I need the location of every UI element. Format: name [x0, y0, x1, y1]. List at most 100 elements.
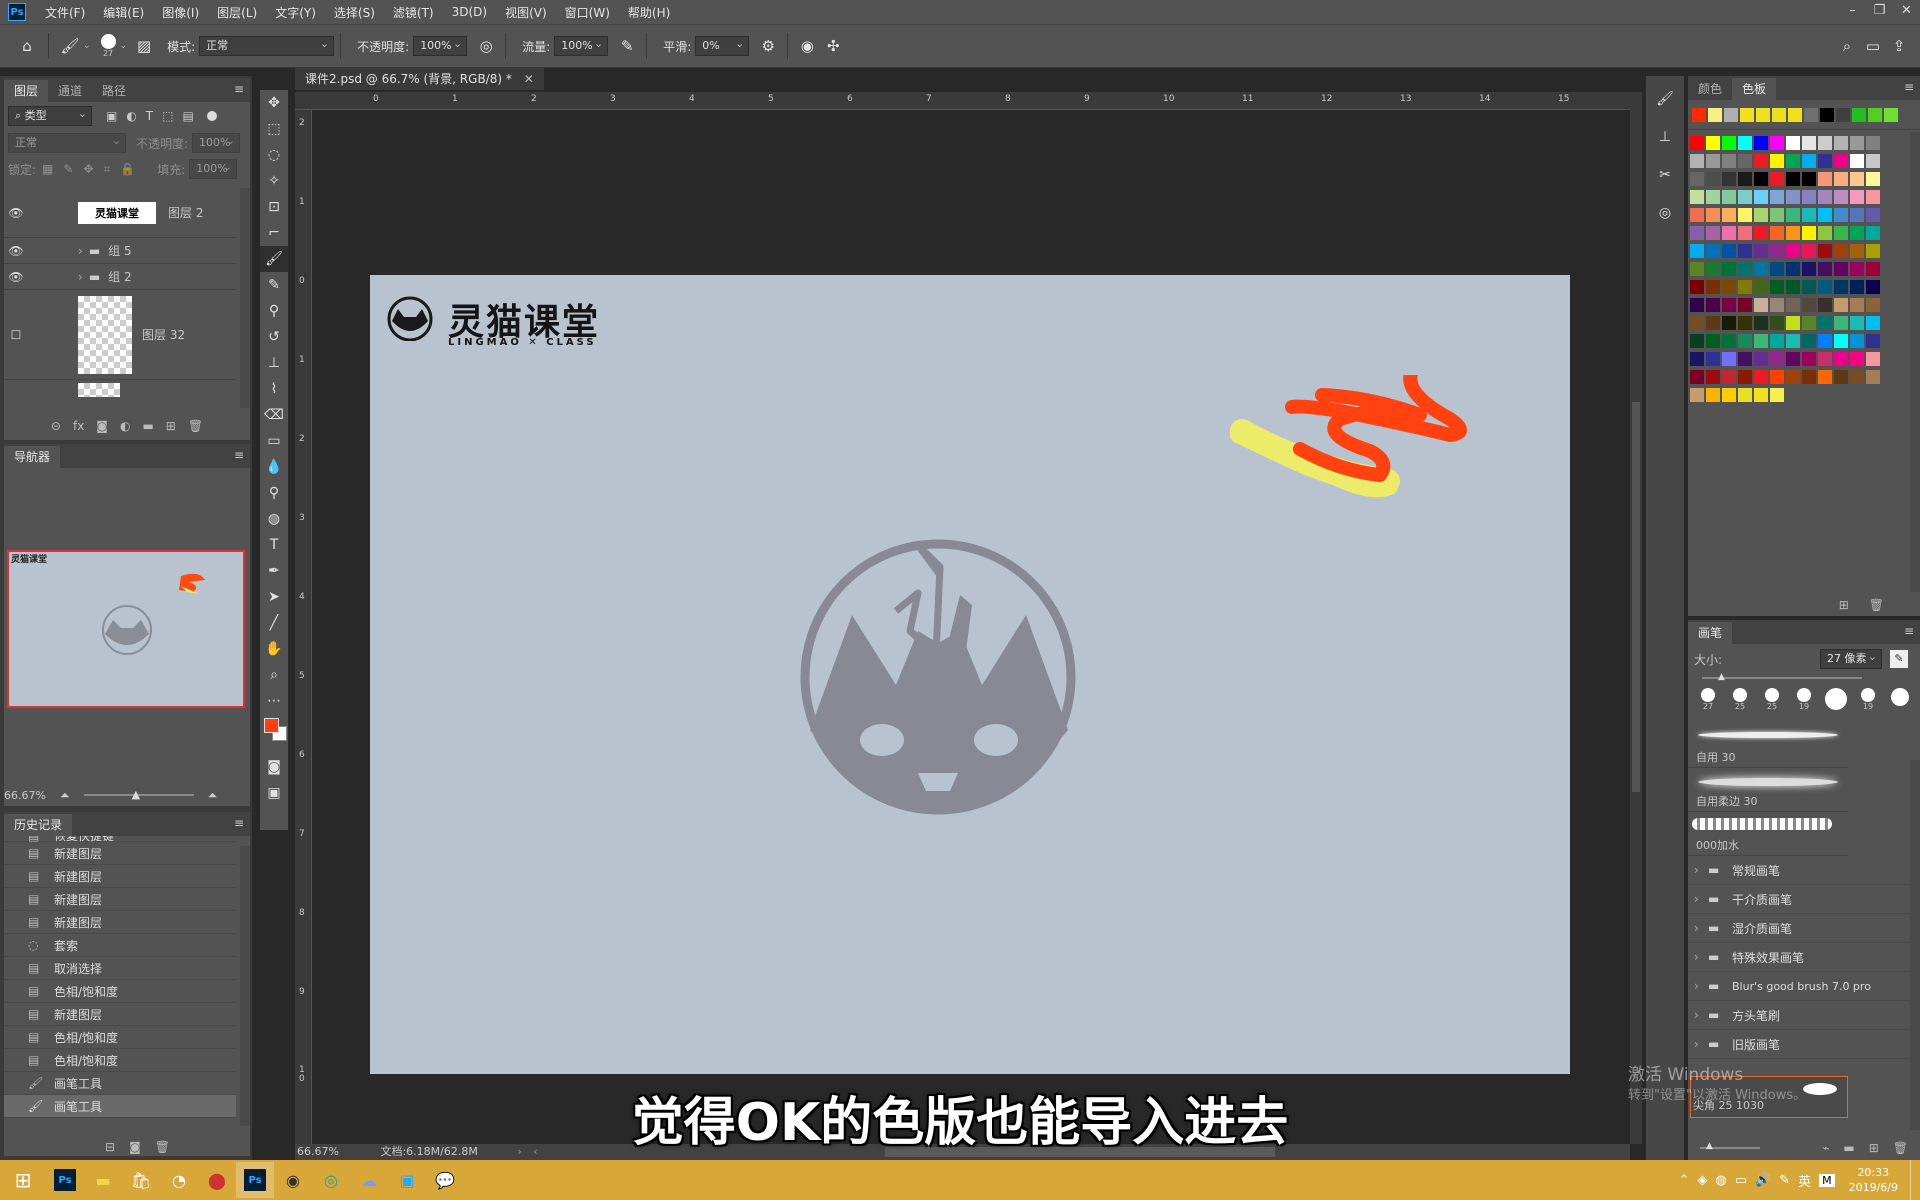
restore-icon[interactable]: ❐ — [1866, 0, 1893, 22]
chevron-right-icon[interactable]: › — [1694, 863, 1708, 877]
color-swatch[interactable] — [1850, 190, 1864, 204]
tray-app-icon[interactable]: ◈ — [1697, 1173, 1707, 1188]
close-tab-icon[interactable]: ✕ — [524, 72, 534, 86]
color-swatch[interactable] — [1722, 226, 1736, 240]
file-explorer-icon[interactable]: ▬ — [84, 1162, 122, 1198]
color-swatch[interactable] — [1770, 136, 1784, 150]
mixer-brush-tool-icon[interactable]: ⌇ — [260, 376, 288, 402]
color-swatch[interactable] — [1850, 370, 1864, 384]
color-swatch[interactable] — [1866, 136, 1880, 150]
windows-start-icon[interactable]: ⊞ — [0, 1162, 46, 1198]
libraries-icon[interactable]: ◎ — [1646, 194, 1684, 232]
brush-folder[interactable]: › ▬ 旧版画笔 — [1688, 1030, 1920, 1059]
color-swatch[interactable] — [1834, 352, 1848, 366]
brush-preset[interactable] — [1884, 688, 1916, 724]
chevron-right-icon[interactable]: › — [78, 270, 83, 284]
color-swatch[interactable] — [1866, 226, 1880, 240]
photoshop-logo[interactable]: Ps — [8, 3, 26, 21]
brush-preset[interactable]: 25 — [1756, 688, 1788, 724]
color-swatch[interactable] — [1738, 208, 1752, 222]
trash-icon[interactable]: 🗑 — [188, 419, 203, 433]
color-swatch[interactable] — [1866, 244, 1880, 258]
wechat-icon[interactable]: 💬 — [426, 1162, 464, 1198]
color-swatch[interactable] — [1802, 262, 1816, 276]
eraser-tool-icon[interactable]: ⌫ — [260, 402, 288, 428]
tray-chevron-icon[interactable]: ⌃ — [1678, 1173, 1689, 1188]
color-swatch[interactable] — [1802, 244, 1816, 258]
menu-layer[interactable]: 图层(L) — [208, 4, 266, 21]
panel-menu-icon[interactable]: ≡ — [234, 816, 244, 830]
new-brush-icon[interactable]: ✎ — [1890, 650, 1908, 668]
tray-m-icon[interactable]: M — [1819, 1173, 1835, 1187]
color-swatch[interactable] — [1818, 190, 1832, 204]
color-swatch[interactable] — [1802, 316, 1816, 330]
brush-folder[interactable]: › ▬ 方头笔刷 — [1688, 1001, 1920, 1030]
tab-brushes[interactable]: 画笔 — [1688, 622, 1733, 644]
color-swatch[interactable] — [1834, 172, 1848, 186]
mask-icon[interactable]: ◙ — [96, 419, 108, 433]
color-swatch[interactable] — [1770, 280, 1784, 294]
work-app-icon[interactable]: ▣ — [388, 1162, 426, 1198]
color-swatch[interactable] — [1754, 136, 1768, 150]
zoom-out-icon[interactable]: ⏶ — [60, 788, 70, 803]
color-swatch[interactable] — [1738, 244, 1752, 258]
new-swatch-icon[interactable]: ⊞ — [1839, 598, 1849, 612]
color-swatch[interactable] — [1754, 334, 1768, 348]
color-swatch[interactable] — [1706, 226, 1720, 240]
color-swatch[interactable] — [1722, 334, 1736, 348]
color-swatch[interactable] — [1802, 190, 1816, 204]
color-swatch[interactable] — [1738, 190, 1752, 204]
layer-blend-select[interactable]: 正常 — [8, 132, 126, 153]
layer-row[interactable]: 👁 › ▬ 组 5 — [4, 238, 236, 264]
brush-settings-panel-icon[interactable]: 🖌 — [1646, 80, 1684, 118]
brush-folder[interactable]: › ▬ 常规画笔 — [1688, 856, 1920, 885]
color-swatch[interactable] — [1866, 154, 1880, 168]
photoshop-taskbar-icon[interactable]: Ps — [46, 1162, 84, 1198]
color-swatch[interactable] — [1722, 280, 1736, 294]
color-swatch[interactable] — [1738, 352, 1752, 366]
color-swatch[interactable] — [1818, 208, 1832, 222]
color-swatch[interactable] — [1706, 154, 1720, 168]
color-swatch[interactable] — [1770, 370, 1784, 384]
color-swatch[interactable] — [1834, 298, 1848, 312]
flow-input[interactable]: 100% — [554, 35, 609, 56]
preview-size-slider[interactable]: ▲ — [1700, 1141, 1760, 1151]
color-swatch[interactable] — [1722, 244, 1736, 258]
color-swatch[interactable] — [1818, 370, 1832, 384]
color-swatch[interactable] — [1706, 190, 1720, 204]
brush-preset[interactable]: 19 — [1788, 688, 1820, 724]
chevron-right-icon[interactable]: › — [1694, 1037, 1708, 1051]
color-swatch[interactable] — [1738, 154, 1752, 168]
tab-history[interactable]: 历史记录 — [4, 814, 73, 836]
panel-menu-icon[interactable]: ≡ — [234, 448, 244, 462]
quick-mask-icon[interactable]: ◙ — [260, 754, 288, 780]
layer-opacity-input[interactable]: 100% — [192, 132, 241, 153]
color-swatch[interactable] — [1722, 208, 1736, 222]
brush-stroke-item[interactable]: 自用柔边 30 — [1688, 768, 1848, 812]
color-swatch[interactable] — [1834, 262, 1848, 276]
color-swatch[interactable] — [1690, 172, 1704, 186]
color-swatch[interactable] — [1770, 226, 1784, 240]
history-item[interactable]: ◌ 套索 — [4, 934, 236, 957]
color-swatch[interactable] — [1754, 154, 1768, 168]
color-swatch[interactable] — [1834, 280, 1848, 294]
gradient-tool-icon[interactable]: ▭ — [260, 428, 288, 454]
chevron-right-icon[interactable]: › — [1694, 892, 1708, 906]
color-swatch[interactable] — [1802, 280, 1816, 294]
color-swatch[interactable] — [1706, 298, 1720, 312]
color-swatch[interactable] — [1738, 172, 1752, 186]
color-swatch[interactable] — [1850, 280, 1864, 294]
color-swatch[interactable] — [1818, 136, 1832, 150]
line-tool-icon[interactable]: ╱ — [260, 610, 288, 636]
filter-toggle-icon[interactable] — [206, 111, 217, 121]
pen-icon[interactable]: ✎ — [1779, 1173, 1790, 1188]
color-swatch[interactable] — [1866, 208, 1880, 222]
color-swatch[interactable] — [1802, 154, 1816, 168]
color-swatch[interactable] — [1706, 388, 1720, 402]
color-swatch[interactable] — [1754, 262, 1768, 276]
cloud-icon[interactable]: ☁ — [350, 1162, 388, 1198]
color-swatch[interactable] — [1722, 172, 1736, 186]
color-swatch[interactable] — [1738, 316, 1752, 330]
menu-filter[interactable]: 滤镜(T) — [384, 4, 443, 21]
adjustment-icon[interactable]: ◐ — [120, 419, 130, 433]
